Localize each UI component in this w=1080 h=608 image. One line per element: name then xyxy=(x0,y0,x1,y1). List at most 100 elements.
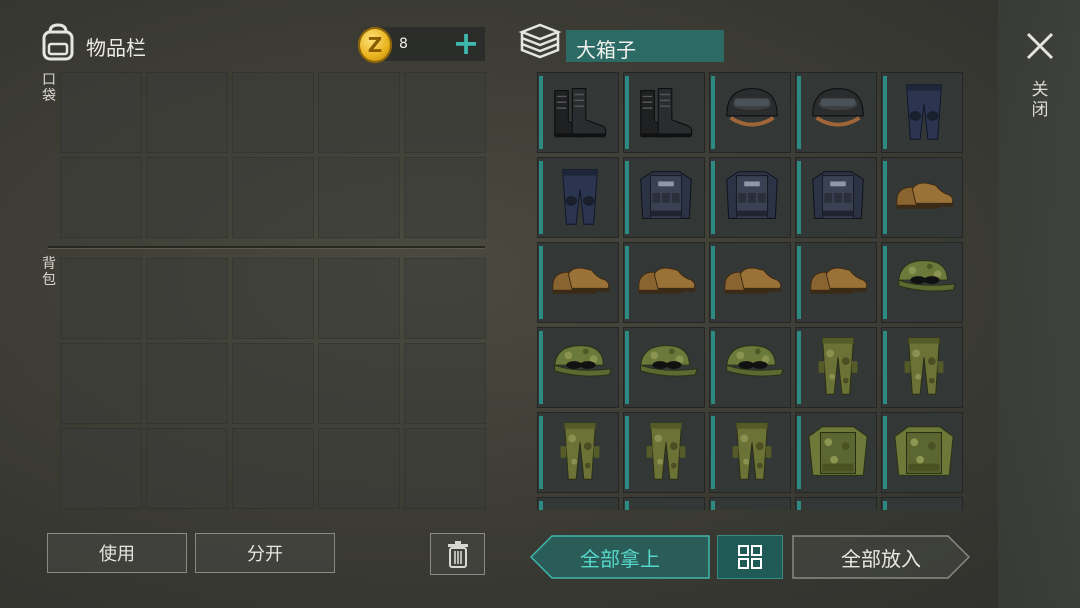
inventory-slot[interactable] xyxy=(404,258,486,339)
brown-shoes-icon xyxy=(724,267,782,294)
item-slot[interactable] xyxy=(623,497,705,510)
item-slot-brown-shoes[interactable] xyxy=(623,242,705,323)
inventory-slot[interactable] xyxy=(404,72,486,153)
item-slot-camo-pants[interactable] xyxy=(537,412,619,493)
item-slot-camo-pants[interactable] xyxy=(881,327,963,408)
inventory-slot[interactable] xyxy=(146,343,228,424)
item-slot-brown-shoes[interactable] xyxy=(709,242,791,323)
navy-pants-icon xyxy=(561,169,599,225)
coin-icon: Z xyxy=(358,27,392,63)
add-coins-button[interactable]: + xyxy=(451,27,481,59)
inventory-slot[interactable] xyxy=(318,258,400,339)
inventory-slot[interactable] xyxy=(60,258,142,339)
pocket-label: 口袋 xyxy=(42,72,56,104)
camo-pants-icon xyxy=(646,422,686,480)
item-slot-black-helmet[interactable] xyxy=(795,72,877,153)
inventory-slot[interactable] xyxy=(146,428,228,509)
item-slot-brown-shoes[interactable] xyxy=(795,242,877,323)
grid-view-icon xyxy=(738,545,762,569)
inventory-slot[interactable] xyxy=(60,428,142,509)
camo-vest-icon xyxy=(808,426,868,476)
take-all-button[interactable]: 全部拿上 xyxy=(530,535,710,579)
trash-icon xyxy=(447,541,468,568)
split-button[interactable]: 分开 xyxy=(195,533,335,573)
camo-cap-icon xyxy=(554,345,612,377)
take-all-label: 全部拿上 xyxy=(580,546,660,571)
store-all-label: 全部放入 xyxy=(841,546,921,571)
item-slot-camo-cap[interactable] xyxy=(623,327,705,408)
item-slot-black-boots[interactable] xyxy=(623,72,705,153)
pocket-grid xyxy=(60,72,486,238)
police-vest-icon xyxy=(640,171,692,219)
brown-shoes-icon xyxy=(638,267,696,294)
item-slot-camo-pants[interactable] xyxy=(623,412,705,493)
inventory-slot[interactable] xyxy=(318,72,400,153)
container-grid-viewport[interactable] xyxy=(537,72,967,510)
brown-shoes-icon xyxy=(810,267,868,294)
box-stack-icon xyxy=(518,23,562,59)
inventory-slot[interactable] xyxy=(404,343,486,424)
close-icon[interactable] xyxy=(1022,28,1058,64)
item-slot-black-helmet[interactable] xyxy=(709,72,791,153)
item-slot-camo-vest[interactable] xyxy=(881,412,963,493)
camo-vest-icon xyxy=(894,426,954,476)
brown-shoes-icon xyxy=(552,267,610,294)
item-slot-camo-pants[interactable] xyxy=(709,412,791,493)
item-slot-camo-pants[interactable] xyxy=(795,327,877,408)
inventory-slot[interactable] xyxy=(318,343,400,424)
inventory-slot[interactable] xyxy=(404,428,486,509)
item-slot-police-vest[interactable] xyxy=(795,157,877,238)
store-all-button[interactable]: 全部放入 xyxy=(792,535,970,579)
use-button[interactable]: 使用 xyxy=(47,533,187,573)
inventory-slot[interactable] xyxy=(404,157,486,238)
camo-pants-icon xyxy=(560,422,600,480)
inventory-slot[interactable] xyxy=(60,343,142,424)
inventory-slot[interactable] xyxy=(232,428,314,509)
police-vest-icon xyxy=(812,171,864,219)
item-slot-black-boots[interactable] xyxy=(537,72,619,153)
camo-pants-icon xyxy=(818,337,858,395)
inventory-slot[interactable] xyxy=(60,157,142,238)
backpack-icon xyxy=(42,23,74,61)
inventory-slot[interactable] xyxy=(60,72,142,153)
item-slot-camo-cap[interactable] xyxy=(537,327,619,408)
item-slot-police-vest[interactable] xyxy=(623,157,705,238)
close-label[interactable]: 关闭 xyxy=(1030,80,1050,120)
item-slot[interactable] xyxy=(881,497,963,510)
black-boots-icon xyxy=(554,88,607,138)
item-slot-navy-pants[interactable] xyxy=(537,157,619,238)
inventory-title: 物品栏 xyxy=(86,36,146,60)
item-slot-brown-shoes[interactable] xyxy=(881,157,963,238)
inventory-slot[interactable] xyxy=(232,157,314,238)
inventory-slot[interactable] xyxy=(318,428,400,509)
inventory-slot[interactable] xyxy=(232,343,314,424)
camo-cap-icon xyxy=(898,260,956,292)
inventory-slot[interactable] xyxy=(146,258,228,339)
inventory-slot[interactable] xyxy=(318,157,400,238)
item-slot-camo-cap[interactable] xyxy=(881,242,963,323)
camo-pants-icon xyxy=(732,422,772,480)
inventory-slot[interactable] xyxy=(232,258,314,339)
backpack-label: 背包 xyxy=(42,256,56,288)
black-helmet-icon xyxy=(812,88,864,127)
item-slot[interactable] xyxy=(537,497,619,510)
black-helmet-icon xyxy=(726,88,778,127)
inventory-slot[interactable] xyxy=(146,72,228,153)
inventory-slot[interactable] xyxy=(146,157,228,238)
item-slot[interactable] xyxy=(795,497,877,510)
police-vest-icon xyxy=(726,171,778,219)
item-slot-camo-cap[interactable] xyxy=(709,327,791,408)
coin-count: 8 xyxy=(399,36,408,52)
item-slot-camo-vest[interactable] xyxy=(795,412,877,493)
navy-pants-icon xyxy=(905,84,943,140)
item-slot-brown-shoes[interactable] xyxy=(537,242,619,323)
item-slot[interactable] xyxy=(709,497,791,510)
view-toggle-button[interactable] xyxy=(717,535,783,579)
camo-cap-icon xyxy=(726,345,784,377)
backpack-grid xyxy=(60,258,486,509)
item-slot-navy-pants[interactable] xyxy=(881,72,963,153)
black-boots-icon xyxy=(640,88,693,138)
item-slot-police-vest[interactable] xyxy=(709,157,791,238)
trash-button[interactable] xyxy=(430,533,485,575)
inventory-slot[interactable] xyxy=(232,72,314,153)
